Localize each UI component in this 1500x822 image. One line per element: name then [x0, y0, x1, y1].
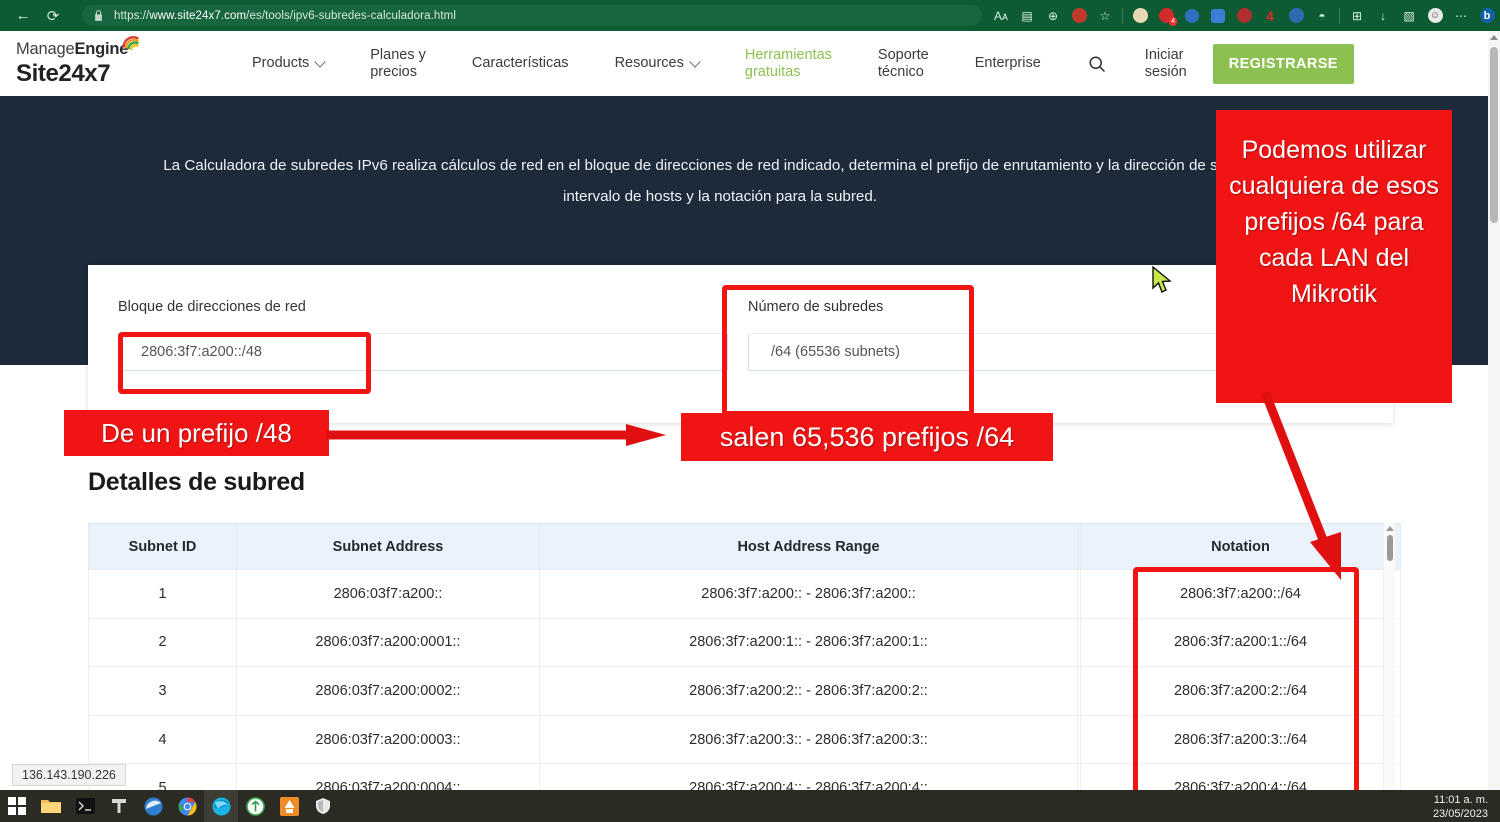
extension-red-icon[interactable]: [1231, 3, 1257, 29]
cell-subnet-address: 2806:03f7:a200:0002::: [237, 667, 540, 716]
hero-description: La Calculadora de subredes IPv6 realiza …: [160, 150, 1280, 212]
cell-host-address-range: 2806:3f7:a200:1:: - 2806:3f7:a200:1::: [540, 618, 1078, 667]
cell-host-address-range: 2806:3f7:a200:: - 2806:3f7:a200::: [540, 570, 1078, 619]
toolbar-divider: [1122, 8, 1123, 24]
browser-essentials-icon[interactable]: [1066, 3, 1092, 29]
manageengine-arc-icon: [120, 32, 142, 50]
column-header-subnet-address: Subnet Address: [237, 524, 540, 570]
nav-item-products[interactable]: Products: [252, 55, 324, 72]
login-link[interactable]: Iniciar sesión: [1145, 47, 1187, 81]
logo-manage-text: Manage: [16, 40, 74, 58]
nav-item-resources[interactable]: Resources: [615, 55, 699, 72]
settings-more-icon[interactable]: ⋯: [1448, 3, 1474, 29]
toolbar-divider-2: [1339, 8, 1340, 24]
extension-ip-icon[interactable]: [1283, 3, 1309, 29]
column-header-host-address-range: Host Address Range: [540, 524, 1078, 570]
cell-host-address-range: 2806:3f7:a200:2:: - 2806:3f7:a200:2::: [540, 667, 1078, 716]
mikrotik-app-icon[interactable]: [272, 790, 306, 822]
security-shield-icon[interactable]: [306, 790, 340, 822]
cell-subnet-id: 3: [89, 667, 237, 716]
annotation-arrow-horizontal: [326, 424, 666, 446]
annotation-arrow-diagonal: [1255, 392, 1365, 582]
immersive-reader-icon[interactable]: ▤: [1014, 3, 1040, 29]
profile-avatar-icon[interactable]: ☺: [1422, 3, 1448, 29]
downloads-icon[interactable]: ↓: [1370, 3, 1396, 29]
page-scroll-up-arrow-icon[interactable]: [1490, 35, 1498, 40]
annotation-highlight-network-input: [118, 332, 371, 394]
site24x7-wordmark: Site24x7: [16, 60, 216, 88]
mouse-cursor: [1152, 266, 1174, 296]
zoom-icon[interactable]: ⊕: [1040, 3, 1066, 29]
page-scrollbar-thumb[interactable]: [1490, 47, 1498, 223]
column-header-subnet-id: Subnet ID: [89, 524, 237, 570]
nav-item-soporte-tecnico[interactable]: Soporte técnico: [878, 47, 929, 81]
site-logo[interactable]: ManageEngine Site24x7: [16, 40, 216, 88]
tool-app-icon[interactable]: [102, 790, 136, 822]
collections-icon[interactable]: ▧: [1396, 3, 1422, 29]
cell-subnet-address: 2806:03f7:a200::: [237, 570, 540, 619]
manageengine-wordmark: ManageEngine: [16, 40, 128, 59]
cell-subnet-id: 1: [89, 570, 237, 619]
page-scrollbar[interactable]: [1488, 31, 1500, 790]
annotation-highlight-subnet-select: [722, 285, 974, 416]
network-block-label: Bloque de direcciones de red: [118, 299, 728, 315]
browser-chrome: ← ⟳ https://www.site24x7.com/es/tools/ip…: [0, 0, 1500, 31]
translate-icon[interactable]: [1205, 3, 1231, 29]
chevron-down-icon: [689, 56, 700, 67]
cell-subnet-address: 2806:03f7:a200:0001::: [237, 618, 540, 667]
table-header-row: Subnet ID Subnet Address Host Address Ra…: [89, 524, 1401, 570]
read-aloud-icon[interactable]: Aᴀ: [988, 3, 1014, 29]
google-chrome-icon[interactable]: [170, 790, 204, 822]
chevron-down-icon: [315, 56, 326, 67]
nav-item-planes-y-precios[interactable]: Planes y precios: [370, 47, 426, 81]
extension-badge-icon[interactable]: 4: [1153, 3, 1179, 29]
taskbar-clock[interactable]: 11:01 a. m. 23/05/2023: [1433, 793, 1488, 821]
page-title: Detalles de subred: [88, 468, 305, 497]
nav-label: Resources: [615, 55, 684, 72]
extension-four-icon[interactable]: 4: [1257, 3, 1283, 29]
main-navigation: Products Planes y precios Característica…: [252, 31, 1490, 96]
taskbar: 11:01 a. m. 23/05/2023: [0, 790, 1500, 822]
scroll-up-arrow-icon[interactable]: [1386, 526, 1394, 531]
address-bar[interactable]: https://www.site24x7.com/es/tools/ipv6-s…: [82, 5, 982, 26]
annotation-highlight-notation-column: [1133, 567, 1359, 818]
status-bar-tooltip: 136.143.190.226: [12, 764, 126, 786]
nav-item-caracteristicas[interactable]: Características: [472, 55, 569, 72]
site-header: ManageEngine Site24x7 Products Planes y …: [0, 31, 1490, 96]
table-scrollbar-thumb[interactable]: [1387, 535, 1393, 561]
winbox-icon[interactable]: [136, 790, 170, 822]
cell-subnet-address: 2806:03f7:a200:0003::: [237, 715, 540, 764]
cell-subnet-id: 2: [89, 618, 237, 667]
annotation-result-label: salen 65,536 prefijos /64: [681, 413, 1053, 461]
reload-icon[interactable]: ⟳: [38, 3, 68, 29]
nav-item-enterprise[interactable]: Enterprise: [975, 55, 1041, 72]
clock-date: 23/05/2023: [1433, 807, 1488, 821]
bing-copilot-icon[interactable]: b: [1474, 3, 1500, 29]
table-scrollbar[interactable]: [1383, 523, 1395, 805]
extension-profile-icon[interactable]: [1127, 3, 1153, 29]
cell-host-address-range: 2806:3f7:a200:3:: - 2806:3f7:a200:3::: [540, 715, 1078, 764]
signup-button[interactable]: REGISTRARSE: [1213, 44, 1354, 84]
lock-icon: [92, 9, 105, 22]
browser-toolbar-icons: Aᴀ ▤ ⊕ ☆ 4 4 ◓ ⊞ ↓ ▧ ☺ ⋯ b: [988, 0, 1500, 31]
extension-blue-icon[interactable]: [1179, 3, 1205, 29]
split-screen-icon[interactable]: ⊞: [1344, 3, 1370, 29]
cell-subnet-id: 4: [89, 715, 237, 764]
extension-badge-count: 4: [1169, 17, 1177, 26]
search-icon[interactable]: [1087, 54, 1107, 74]
back-arrow-icon[interactable]: ←: [8, 3, 38, 29]
annotation-prefix-label: De un prefijo /48: [64, 410, 329, 456]
start-windows-icon[interactable]: [0, 790, 34, 822]
nav-item-herramientas-gratuitas[interactable]: Herramientas gratuitas: [745, 47, 832, 81]
favorites-star-icon[interactable]: ☆: [1092, 3, 1118, 29]
nav-label: Products: [252, 55, 309, 72]
annotation-mikrotik-note: Podemos utilizar cualquiera de esos pref…: [1216, 110, 1452, 403]
extension-ghost-icon[interactable]: ◓: [1309, 3, 1335, 29]
microsoft-edge-icon[interactable]: [204, 790, 238, 822]
green-app-icon[interactable]: [238, 790, 272, 822]
address-text: https://www.site24x7.com/es/tools/ipv6-s…: [114, 10, 456, 22]
terminal-icon[interactable]: [68, 790, 102, 822]
file-explorer-icon[interactable]: [34, 790, 68, 822]
clock-time: 11:01 a. m.: [1433, 793, 1488, 807]
